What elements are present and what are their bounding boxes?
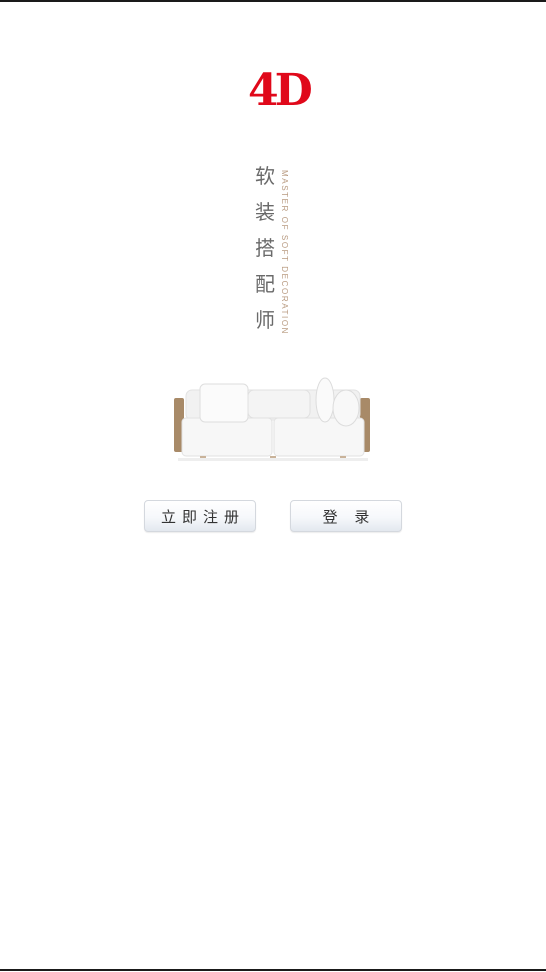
title-char: 搭 (255, 236, 275, 260)
app-title-vertical: 软 装 搭 配 师 (252, 166, 278, 346)
title-char: 软 (255, 164, 275, 188)
title-char: 师 (255, 308, 275, 332)
sofa-illustration (174, 377, 370, 461)
title-char: 装 (255, 200, 275, 224)
logo-text: 4D (248, 65, 313, 116)
brand-logo: 4D (248, 65, 313, 116)
bottom-divider (0, 969, 546, 971)
title-char: 配 (255, 272, 275, 296)
top-divider (0, 0, 546, 2)
register-button[interactable]: 立即注册 (144, 500, 256, 532)
app-subtitle: MASTER OF SOFT DECORATION (280, 170, 289, 336)
login-button[interactable]: 登 录 (290, 500, 402, 532)
